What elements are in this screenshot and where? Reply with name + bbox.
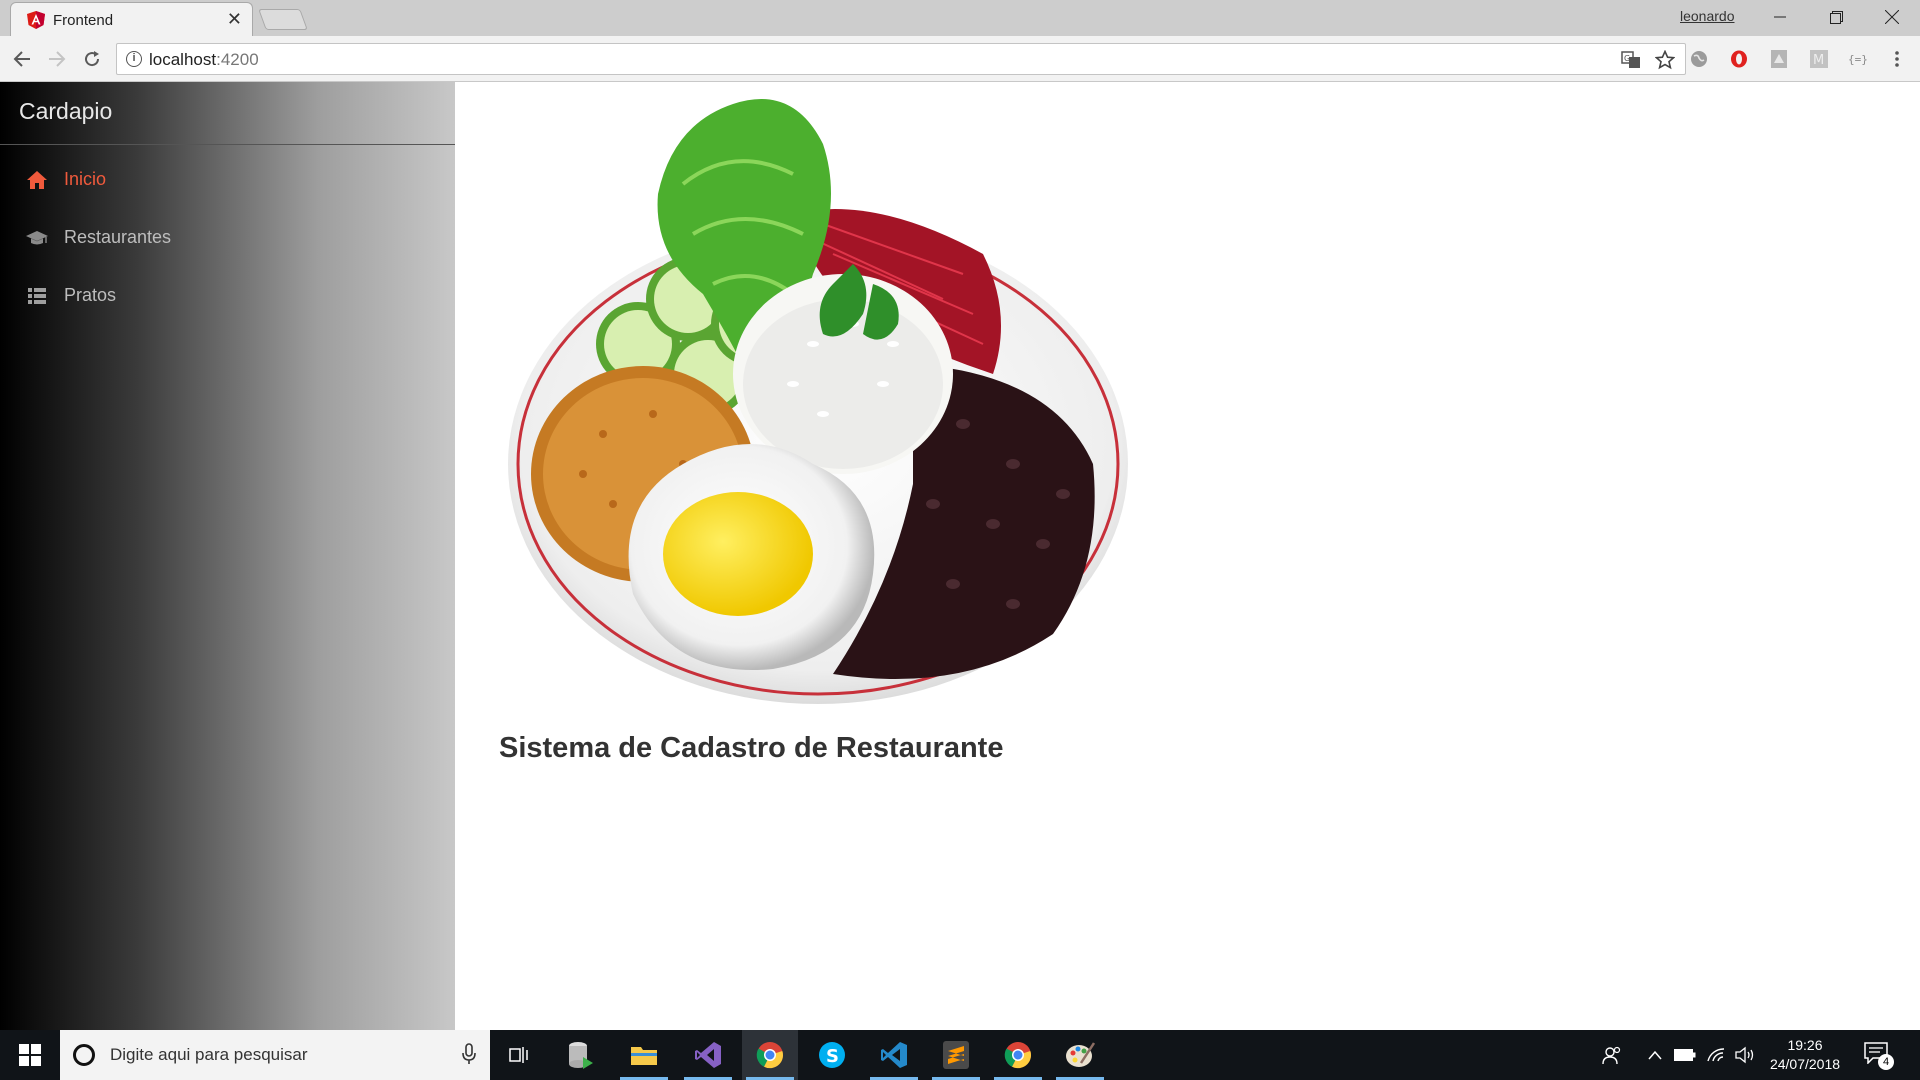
- angular-favicon-icon: [27, 11, 45, 29]
- sidebar-item-pratos[interactable]: Pratos: [0, 274, 455, 318]
- microphone-icon[interactable]: [462, 1043, 476, 1065]
- back-button[interactable]: [9, 46, 35, 72]
- page-title: Sistema de Cadastro de Restaurante: [499, 732, 1004, 764]
- visual-studio-icon: [695, 1042, 721, 1068]
- sidebar-item-label: Inicio: [64, 169, 107, 189]
- list-icon: [28, 288, 46, 304]
- folder-icon: [631, 1047, 657, 1065]
- sidebar: Cardapio Inicio Restaurantes Pratos: [0, 82, 455, 1030]
- windows-logo-icon: [19, 1044, 41, 1066]
- taskbar-app-chrome-2[interactable]: [990, 1030, 1046, 1080]
- browser-titlebar: Frontend ✕ leonardo: [0, 0, 1920, 36]
- reload-icon: [85, 51, 100, 67]
- svg-text:S: S: [826, 1046, 839, 1067]
- profile-name[interactable]: leonardo: [1680, 8, 1735, 24]
- restore-icon: [1829, 10, 1843, 24]
- taskbar-app-chrome[interactable]: [742, 1030, 798, 1080]
- main-content: Sistema de Cadastro de Restaurante: [455, 82, 1920, 1030]
- forward-button[interactable]: [44, 46, 70, 72]
- minimize-icon: [1774, 16, 1786, 18]
- home-icon: [27, 171, 47, 189]
- browser-tab[interactable]: Frontend ✕: [10, 2, 253, 36]
- translate-icon[interactable]: G: [1621, 51, 1641, 69]
- chrome-icon: [1004, 1042, 1031, 1069]
- close-icon: [1885, 10, 1899, 24]
- taskbar-app-sublime[interactable]: [928, 1030, 984, 1080]
- sidebar-item-label: Pratos: [64, 285, 117, 305]
- taskbar-app-paint[interactable]: [1052, 1030, 1108, 1080]
- forward-arrow-icon: [49, 51, 66, 67]
- new-tab-button[interactable]: [258, 9, 308, 30]
- taskbar-clock[interactable]: 19:26 24/07/2018: [1762, 1036, 1848, 1074]
- browser-toolbar: i localhost:4200 G M {=}: [0, 36, 1920, 82]
- svg-text:G: G: [1624, 54, 1630, 63]
- wifi-icon[interactable]: [1704, 1030, 1730, 1080]
- svg-text:{=}: {=}: [1848, 53, 1868, 66]
- chevron-up-icon[interactable]: [1644, 1030, 1666, 1080]
- task-view-icon: [509, 1047, 528, 1063]
- action-center-button[interactable]: 4: [1864, 1042, 1894, 1070]
- database-icon: [569, 1042, 593, 1069]
- paint-palette-icon: [1066, 1042, 1095, 1067]
- sidebar-item-label: Restaurantes: [64, 227, 172, 247]
- mendeley-extension-icon[interactable]: M: [1808, 48, 1830, 70]
- minimize-button[interactable]: [1752, 0, 1808, 34]
- graduation-cap-icon: [26, 231, 48, 245]
- reload-button[interactable]: [79, 46, 105, 72]
- taskbar-search[interactable]: Digite aqui para pesquisar: [60, 1030, 490, 1080]
- taskbar-app-skype[interactable]: S: [804, 1030, 860, 1080]
- start-button[interactable]: [0, 1030, 60, 1080]
- bookmark-star-icon[interactable]: [1655, 50, 1675, 70]
- tab-title: Frontend: [53, 12, 114, 29]
- people-icon[interactable]: [1598, 1030, 1626, 1080]
- sidebar-divider: [0, 144, 455, 145]
- search-placeholder: Digite aqui para pesquisar: [110, 1045, 308, 1064]
- clock-time: 19:26: [1787, 1037, 1823, 1053]
- opera-extension-icon[interactable]: [1728, 48, 1750, 70]
- volume-icon[interactable]: [1732, 1030, 1760, 1080]
- json-viewer-extension-icon[interactable]: {=}: [1848, 48, 1870, 70]
- clock-date: 24/07/2018: [1769, 1056, 1841, 1072]
- vscode-icon: [881, 1042, 907, 1068]
- chrome-icon: [756, 1042, 783, 1069]
- battery-icon[interactable]: [1672, 1030, 1698, 1080]
- task-view-button[interactable]: [492, 1030, 548, 1080]
- cortana-icon[interactable]: [73, 1044, 95, 1066]
- sidebar-brand[interactable]: Cardapio: [19, 98, 112, 125]
- restore-button[interactable]: [1808, 0, 1864, 34]
- skype-icon: S: [819, 1042, 845, 1068]
- svg-text:M: M: [1813, 53, 1824, 68]
- close-window-button[interactable]: [1864, 0, 1920, 34]
- sublime-text-icon: [943, 1041, 969, 1069]
- back-arrow-icon: [13, 51, 30, 67]
- address-bar[interactable]: i localhost:4200 G: [116, 43, 1686, 75]
- notification-badge: 4: [1878, 1054, 1894, 1070]
- sidebar-item-inicio[interactable]: Inicio: [0, 158, 455, 202]
- pdf-extension-icon[interactable]: [1768, 48, 1790, 70]
- taskbar-app-sql[interactable]: [552, 1030, 608, 1080]
- extension-globe-icon[interactable]: [1688, 48, 1710, 70]
- info-icon[interactable]: i: [126, 51, 142, 67]
- tab-close-icon[interactable]: ✕: [227, 9, 242, 30]
- taskbar-app-file-explorer[interactable]: [616, 1030, 672, 1080]
- menu-kebab-icon[interactable]: [1886, 48, 1908, 70]
- url-text[interactable]: localhost:4200: [149, 50, 259, 70]
- sidebar-item-restaurantes[interactable]: Restaurantes: [0, 216, 455, 260]
- taskbar-app-visual-studio[interactable]: [680, 1030, 736, 1080]
- food-plate-image: [508, 99, 1128, 704]
- windows-taskbar: Digite aqui para pesquisar S 19:26 24/07…: [0, 1030, 1920, 1080]
- taskbar-app-vscode[interactable]: [866, 1030, 922, 1080]
